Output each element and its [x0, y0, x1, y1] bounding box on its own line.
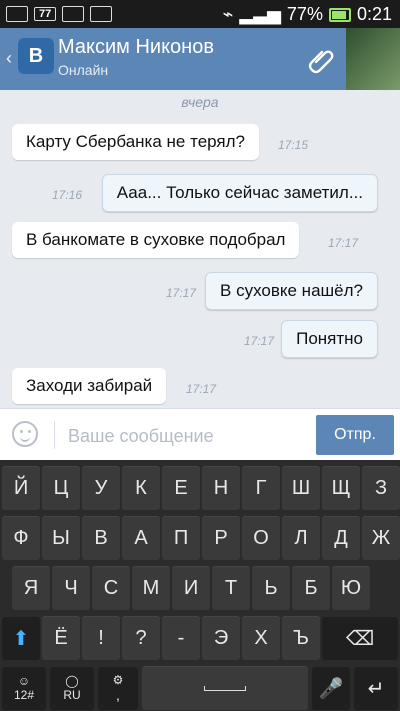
- message-input[interactable]: [66, 421, 310, 451]
- incoming-message[interactable]: Заходи забирай: [12, 368, 167, 404]
- message-time: 17:17: [244, 334, 275, 348]
- key[interactable]: Ц: [42, 466, 80, 510]
- key[interactable]: Ё: [42, 616, 80, 660]
- key[interactable]: А: [122, 516, 160, 560]
- message-text: Карту Сбербанка не терял?: [26, 132, 246, 151]
- key[interactable]: С: [92, 566, 130, 610]
- smile-icon: ☺: [17, 674, 31, 688]
- key[interactable]: Т: [212, 566, 250, 610]
- avatar[interactable]: [346, 28, 400, 90]
- key[interactable]: Ю: [332, 566, 370, 610]
- key[interactable]: У: [82, 466, 120, 510]
- key[interactable]: Л: [282, 516, 320, 560]
- key[interactable]: П: [162, 516, 200, 560]
- contact-name[interactable]: Максим Никонов: [58, 36, 214, 59]
- smile-icon[interactable]: [12, 421, 38, 447]
- language-label: RU: [63, 688, 81, 702]
- key[interactable]: В: [82, 516, 120, 560]
- key[interactable]: О: [242, 516, 280, 560]
- key[interactable]: Ь: [252, 566, 290, 610]
- chevron-left-icon[interactable]: ‹: [6, 48, 12, 69]
- message-time: 17:17: [186, 382, 217, 396]
- key[interactable]: -: [162, 616, 200, 660]
- message-time: 17:15: [278, 138, 309, 152]
- message-time: 17:17: [328, 236, 359, 250]
- shift-arrow-icon[interactable]: ⬆: [2, 616, 40, 660]
- signal-icon: ▂▃▅: [239, 4, 281, 24]
- key[interactable]: И: [172, 566, 210, 610]
- key[interactable]: Щ: [322, 466, 360, 510]
- key[interactable]: Ф: [2, 516, 40, 560]
- contact-presence: Онлайн: [58, 62, 109, 78]
- globe-icon: ◯: [65, 674, 79, 688]
- key[interactable]: Д: [322, 516, 360, 560]
- language-key[interactable]: ◯ RU: [50, 666, 94, 710]
- send-button[interactable]: Отпр.: [316, 415, 394, 455]
- incoming-message[interactable]: В банкомате в суховке подобрал: [12, 222, 300, 258]
- keyboard-icon: [90, 6, 113, 22]
- key[interactable]: Х: [242, 616, 280, 660]
- outgoing-message[interactable]: Ааа... Только сейчас заметил...: [101, 174, 378, 212]
- status-left: 77: [6, 6, 113, 22]
- key[interactable]: З: [362, 466, 400, 510]
- key[interactable]: Н: [202, 466, 240, 510]
- comma-key[interactable]: ⚙ ,: [98, 666, 138, 710]
- key[interactable]: М: [132, 566, 170, 610]
- gear-icon: ⚙: [112, 673, 124, 687]
- symbols-key[interactable]: ☺ 12#: [2, 666, 46, 710]
- battery-icon: [328, 7, 351, 22]
- status-right: ⌁ ▂▃▅ 77% 0:21: [223, 4, 392, 25]
- message-time: 17:17: [166, 286, 197, 300]
- sim-icon: [6, 6, 28, 22]
- key[interactable]: Ч: [52, 566, 90, 610]
- date-separator: вчера: [181, 94, 219, 110]
- message-time: 17:16: [52, 188, 83, 202]
- comma-label: ,: [116, 687, 120, 703]
- outgoing-message[interactable]: В суховке нашёл?: [205, 272, 378, 310]
- outgoing-message[interactable]: Понятно: [281, 320, 378, 358]
- key[interactable]: Я: [12, 566, 50, 610]
- key[interactable]: !: [82, 616, 120, 660]
- battery-percent: 77%: [286, 4, 323, 24]
- key[interactable]: Ш: [282, 466, 320, 510]
- message-composer: Отпр.: [0, 408, 400, 461]
- clock: 0:21: [356, 4, 392, 24]
- key[interactable]: Б: [292, 566, 330, 610]
- incoming-message[interactable]: Карту Сбербанка не терял?: [12, 124, 260, 160]
- backspace-icon[interactable]: ⌫: [322, 616, 398, 660]
- symbols-label: 12#: [13, 688, 35, 702]
- enter-icon[interactable]: ↵: [354, 666, 398, 710]
- key[interactable]: К: [122, 466, 160, 510]
- message-text: В банкомате в суховке подобрал: [26, 230, 286, 249]
- key[interactable]: Ъ: [282, 616, 320, 660]
- message-text: Заходи забирай: [26, 376, 153, 395]
- notification-badge: 77: [34, 7, 57, 21]
- mail-icon: [62, 6, 85, 22]
- mic-icon[interactable]: 🎤: [312, 666, 350, 710]
- key[interactable]: Ы: [42, 516, 80, 560]
- space-bar-icon: [204, 685, 246, 691]
- composer-divider: [54, 421, 55, 449]
- message-text: Ааа... Только сейчас заметил...: [116, 183, 363, 202]
- status-bar: 77 ⌁ ▂▃▅ 77% 0:21: [0, 0, 400, 28]
- on-screen-keyboard: Й Ц У К Е Н Г Ш Щ З Ф Ы В А П Р О Л Д Ж …: [0, 460, 400, 711]
- message-text: Понятно: [296, 329, 363, 348]
- key[interactable]: Е: [162, 466, 200, 510]
- chat-header: ‹ В Максим Никонов Онлайн: [0, 28, 400, 90]
- paperclip-icon[interactable]: [306, 44, 336, 74]
- message-list[interactable]: вчера Карту Сбербанка не терял? 17:15 Аа…: [0, 90, 400, 408]
- paperclip-icon: [308, 50, 334, 74]
- key[interactable]: ?: [122, 616, 160, 660]
- key[interactable]: Г: [242, 466, 280, 510]
- wifi-icon: ⌁: [222, 4, 234, 24]
- key[interactable]: Р: [202, 516, 240, 560]
- space-key[interactable]: [142, 666, 308, 710]
- key[interactable]: Й: [2, 466, 40, 510]
- vk-logo[interactable]: В: [18, 38, 54, 74]
- key[interactable]: Ж: [362, 516, 400, 560]
- message-text: В суховке нашёл?: [220, 281, 363, 300]
- key[interactable]: Э: [202, 616, 240, 660]
